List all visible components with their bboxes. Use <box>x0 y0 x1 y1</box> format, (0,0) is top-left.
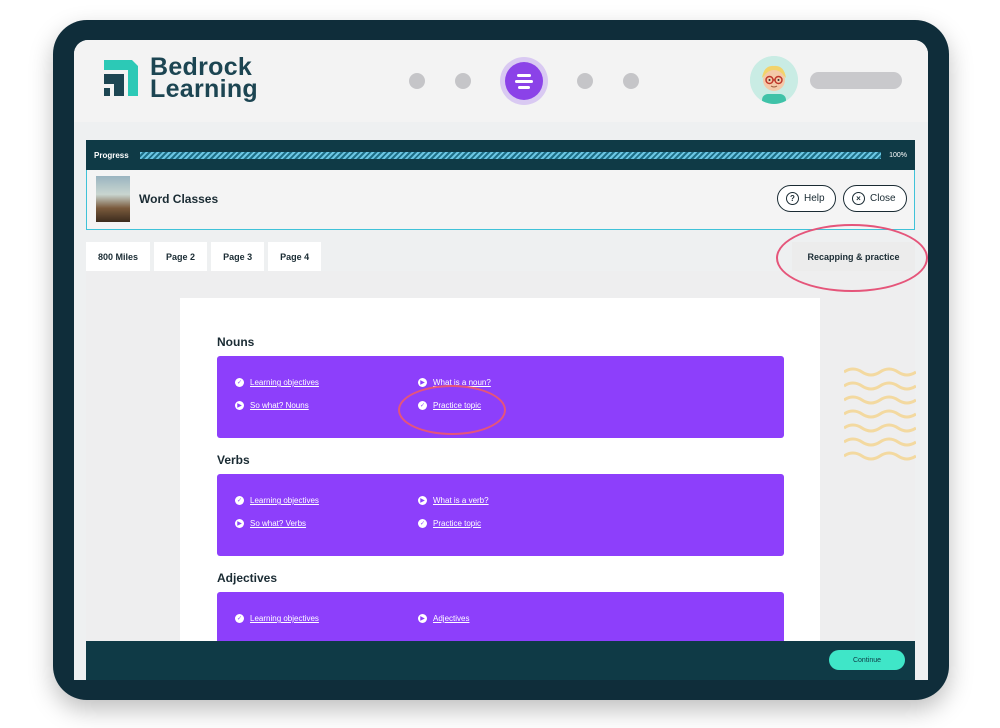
section-panel-verbs: ✓ Learning objectives ▶ What is a verb? … <box>217 474 784 556</box>
tab-800-miles[interactable]: 800 Miles <box>86 242 151 271</box>
step-current[interactable] <box>500 57 548 105</box>
link-what-is-a-verb[interactable]: ▶ What is a verb? <box>418 496 489 505</box>
check-icon: ✓ <box>235 378 244 387</box>
link-label: Learning objectives <box>250 496 319 505</box>
check-icon: ✓ <box>235 496 244 505</box>
link-label: Adjectives <box>433 614 470 623</box>
app-screen: Bedrock Learning Progress 100% Word Clas… <box>74 40 928 680</box>
link-so-what-nouns[interactable]: ▶ So what? Nouns <box>235 401 309 410</box>
brand-logo[interactable]: Bedrock Learning <box>100 55 258 103</box>
help-button[interactable]: ? Help <box>777 185 836 212</box>
link-label: Learning objectives <box>250 378 319 387</box>
wave-decoration-icon <box>844 367 916 461</box>
tab-page-3[interactable]: Page 3 <box>211 242 265 271</box>
link-adjectives[interactable]: ▶ Adjectives <box>418 614 469 623</box>
tab-page-4[interactable]: Page 4 <box>268 242 322 271</box>
menu-lines-icon <box>505 62 543 100</box>
link-so-what-verbs[interactable]: ▶ So what? Verbs <box>235 519 306 528</box>
tab-page-2[interactable]: Page 2 <box>154 242 208 271</box>
lesson-title: Word Classes <box>139 192 219 206</box>
user-name-placeholder <box>810 72 902 89</box>
link-label: Learning objectives <box>250 614 319 623</box>
section-title-adjectives: Adjectives <box>217 571 278 585</box>
topics-card: Nouns ✓ Learning objectives ▶ What is a … <box>180 298 820 674</box>
close-label: Close <box>870 193 896 204</box>
continue-button[interactable]: Continue <box>829 650 905 670</box>
link-label: Practice topic <box>433 519 482 528</box>
link-learning-objectives[interactable]: ✓ Learning objectives <box>235 614 319 623</box>
brand-name-line2: Learning <box>150 75 258 103</box>
link-label: What is a verb? <box>433 496 489 505</box>
play-icon: ▶ <box>235 519 244 528</box>
play-icon: ▶ <box>235 401 244 410</box>
progress-fill <box>140 151 882 159</box>
lesson-footer: Continue <box>86 641 915 680</box>
question-icon: ? <box>786 192 799 205</box>
bedrock-logo-icon <box>100 56 142 100</box>
progress-label: Progress <box>94 150 129 160</box>
progress-track <box>140 151 882 159</box>
step-dot[interactable] <box>577 73 593 89</box>
link-practice-topic[interactable]: ✓ Practice topic <box>418 519 481 528</box>
lesson-header: Word Classes ? Help × Close <box>86 170 915 230</box>
highlight-ring-recap-tab <box>776 224 928 292</box>
close-button[interactable]: × Close <box>843 185 907 212</box>
section-panel-nouns: ✓ Learning objectives ▶ What is a noun? … <box>217 356 784 438</box>
help-label: Help <box>804 193 825 204</box>
play-icon: ▶ <box>418 378 427 387</box>
link-learning-objectives[interactable]: ✓ Learning objectives <box>235 496 319 505</box>
step-dot[interactable] <box>455 73 471 89</box>
brand-name: Bedrock Learning <box>150 55 258 103</box>
close-icon: × <box>852 192 865 205</box>
play-icon: ▶ <box>418 614 427 623</box>
check-icon: ✓ <box>235 614 244 623</box>
highlight-ring-practice-topic <box>398 385 506 435</box>
lesson-stepper <box>394 56 654 106</box>
progress-percent: 100% <box>889 151 907 159</box>
link-learning-objectives[interactable]: ✓ Learning objectives <box>235 378 319 387</box>
avatar[interactable] <box>750 56 798 104</box>
section-title-nouns: Nouns <box>217 335 255 349</box>
link-label: So what? Verbs <box>250 519 307 528</box>
progress-bar-strip: Progress 100% <box>86 140 915 170</box>
check-icon: ✓ <box>418 519 427 528</box>
section-title-verbs: Verbs <box>217 453 250 467</box>
avatar-face-icon <box>750 56 798 104</box>
link-label: So what? Nouns <box>250 401 309 410</box>
play-icon: ▶ <box>418 496 427 505</box>
app-header: Bedrock Learning <box>74 40 928 122</box>
page-tabs: 800 Miles Page 2 Page 3 Page 4 <box>86 242 322 271</box>
step-dot[interactable] <box>623 73 639 89</box>
step-dot[interactable] <box>409 73 425 89</box>
book-cover-thumbnail <box>96 176 130 222</box>
